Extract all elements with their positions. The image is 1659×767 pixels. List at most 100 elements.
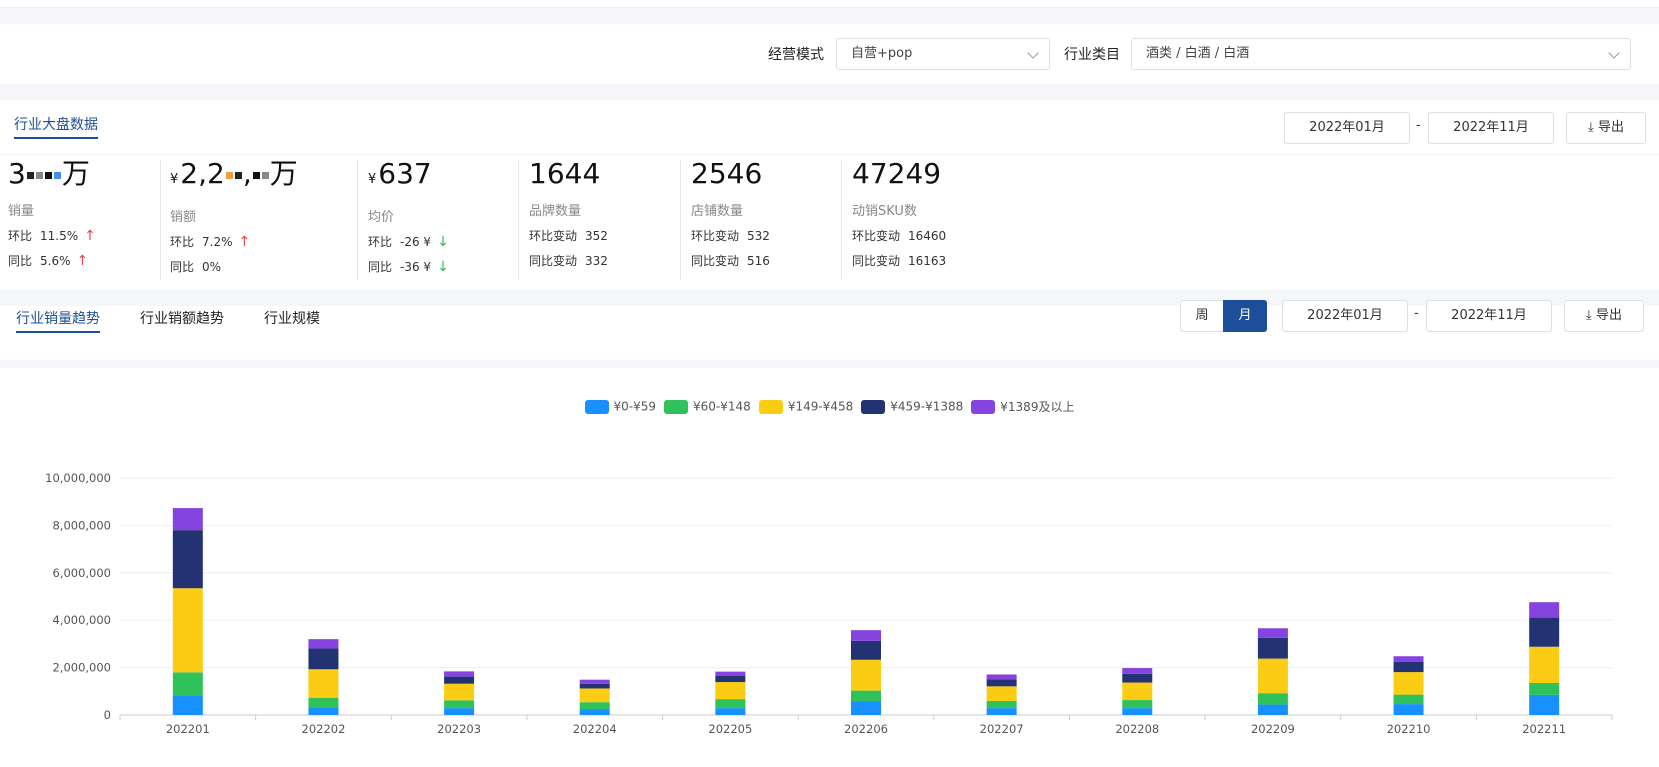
redaction-mask bbox=[261, 171, 269, 179]
redaction-mask bbox=[225, 171, 233, 179]
mode-select-value: 自营+pop bbox=[851, 46, 913, 61]
trend-tabs-bar: 行业销量趋势 行业销额趋势 行业规模 周 月 2022年01月 - 2022年1… bbox=[0, 300, 1659, 360]
arrow-down-icon: ↓ bbox=[437, 234, 449, 250]
overview-start-date[interactable]: 2022年01月 bbox=[1284, 112, 1410, 144]
chevron-down-icon bbox=[1608, 47, 1620, 59]
x-tick-label: 202204 bbox=[573, 722, 617, 736]
bar-segment[interactable] bbox=[851, 690, 881, 702]
bar-segment[interactable] bbox=[579, 679, 610, 684]
stat-yoy: 同比 5.6% ↑ bbox=[8, 253, 89, 269]
stat-brand-count: 1644 品牌数量 环比变动 352 同比变动 332 bbox=[529, 156, 679, 280]
bar-segment[interactable] bbox=[308, 707, 339, 715]
y-tick-label: 2,000,000 bbox=[52, 661, 111, 675]
bar-segment[interactable] bbox=[851, 640, 881, 660]
redaction-mask bbox=[234, 171, 242, 179]
bar-segment[interactable] bbox=[1393, 672, 1424, 695]
bar-segment[interactable] bbox=[1529, 694, 1560, 715]
bar-segment[interactable] bbox=[1122, 673, 1153, 683]
bar-segment[interactable] bbox=[579, 702, 610, 710]
bar-segment[interactable] bbox=[1257, 637, 1288, 659]
stat-name: 动销SKU数 bbox=[852, 204, 917, 219]
bar-segment[interactable] bbox=[1393, 661, 1424, 673]
mode-select[interactable]: 自营+pop bbox=[836, 38, 1050, 70]
bar-segment[interactable] bbox=[1393, 694, 1424, 705]
bar-segment[interactable] bbox=[579, 709, 610, 715]
bar-segment[interactable] bbox=[444, 700, 475, 709]
bar-segment[interactable] bbox=[1529, 646, 1560, 684]
stat-value: ¥637 bbox=[368, 157, 432, 190]
bar-segment[interactable] bbox=[308, 639, 339, 649]
stat-value: 1644 bbox=[529, 157, 601, 190]
bar-segment[interactable] bbox=[579, 688, 610, 703]
tab-sales-amount-trend[interactable]: 行业销额趋势 bbox=[140, 308, 224, 328]
bar-segment[interactable] bbox=[172, 672, 203, 696]
bar-segment[interactable] bbox=[1393, 656, 1424, 662]
bar-segment[interactable] bbox=[1257, 628, 1288, 638]
bar-segment[interactable] bbox=[1122, 682, 1153, 701]
toggle-month[interactable]: 月 bbox=[1223, 300, 1267, 332]
bar-segment[interactable] bbox=[715, 682, 746, 700]
tab-industry-overview[interactable]: 行业大盘数据 bbox=[14, 114, 98, 139]
stat-yoy: 同比变动 516 bbox=[691, 254, 770, 268]
bar-segment[interactable] bbox=[715, 708, 746, 715]
bar-segment[interactable] bbox=[579, 683, 610, 689]
chevron-down-icon bbox=[1027, 47, 1039, 59]
bar-segment[interactable] bbox=[1257, 658, 1288, 694]
overview-panel: 行业大盘数据 2022年01月 - 2022年11月 ⤓ 导出 3万 销量 环比… bbox=[0, 100, 1659, 290]
chart-panel: ¥0-¥59 ¥60-¥148 ¥149-¥458 ¥459-¥1388 ¥1389及以… bbox=[0, 368, 1659, 767]
bar-segment[interactable] bbox=[308, 697, 339, 708]
bar-segment[interactable] bbox=[715, 675, 746, 683]
arrow-down-icon: ↓ bbox=[437, 259, 449, 275]
trend-export-button[interactable]: ⤓ 导出 bbox=[1564, 300, 1644, 332]
bar-segment[interactable] bbox=[444, 671, 475, 677]
bar-segment[interactable] bbox=[444, 676, 475, 684]
bar-segment[interactable] bbox=[986, 708, 1017, 715]
bar-segment[interactable] bbox=[1529, 617, 1560, 647]
tab-sales-volume-trend[interactable]: 行业销量趋势 bbox=[16, 308, 100, 333]
bar-segment[interactable] bbox=[1529, 602, 1560, 618]
x-tick-label: 202203 bbox=[437, 722, 481, 736]
trend-start-date[interactable]: 2022年01月 bbox=[1282, 300, 1408, 332]
bar-segment[interactable] bbox=[715, 699, 746, 709]
x-tick-label: 202207 bbox=[980, 722, 1024, 736]
bar-segment[interactable] bbox=[1257, 704, 1288, 715]
bar-segment[interactable] bbox=[1393, 704, 1424, 715]
overview-end-date[interactable]: 2022年11月 bbox=[1428, 112, 1554, 144]
bar-segment[interactable] bbox=[172, 530, 203, 589]
redaction-mask bbox=[35, 171, 43, 179]
bar-segment[interactable] bbox=[308, 669, 339, 698]
bar-segment[interactable] bbox=[1122, 708, 1153, 715]
stat-sales-amount: ¥2,2, 万 销额 环比 7.2% ↑ 同比 0% bbox=[170, 156, 356, 280]
bar-segment[interactable] bbox=[172, 508, 203, 531]
bar-segment[interactable] bbox=[986, 679, 1017, 687]
bar-segment[interactable] bbox=[308, 648, 339, 670]
bar-segment[interactable] bbox=[444, 683, 475, 701]
bar-segment[interactable] bbox=[172, 588, 203, 673]
bar-segment[interactable] bbox=[986, 674, 1017, 680]
stat-mom: 环比变动 16460 bbox=[852, 229, 947, 243]
stat-yoy: 同比变动 332 bbox=[529, 254, 608, 268]
y-tick-label: 0 bbox=[104, 708, 111, 722]
bar-segment[interactable] bbox=[851, 659, 881, 691]
bar-segment[interactable] bbox=[851, 701, 881, 715]
bar-segment[interactable] bbox=[1122, 668, 1153, 674]
tab-industry-scale[interactable]: 行业规模 bbox=[264, 308, 320, 328]
bar-segment[interactable] bbox=[986, 701, 1017, 709]
stat-shop-count: 2546 店铺数量 环比变动 532 同比变动 516 bbox=[691, 156, 841, 280]
bar-segment[interactable] bbox=[851, 630, 881, 641]
x-tick-label: 202205 bbox=[708, 722, 752, 736]
stat-divider bbox=[680, 160, 681, 280]
bar-segment[interactable] bbox=[444, 708, 475, 715]
overview-export-button[interactable]: ⤓ 导出 bbox=[1566, 112, 1646, 144]
download-icon: ⤓ bbox=[1586, 308, 1592, 323]
stat-divider bbox=[160, 160, 161, 280]
bar-segment[interactable] bbox=[986, 686, 1017, 702]
bar-segment[interactable] bbox=[1257, 693, 1288, 705]
bar-segment[interactable] bbox=[1122, 700, 1153, 709]
bar-segment[interactable] bbox=[715, 671, 746, 676]
trend-end-date[interactable]: 2022年11月 bbox=[1426, 300, 1552, 332]
bar-segment[interactable] bbox=[1529, 683, 1560, 695]
category-select[interactable]: 酒类 / 白酒 / 白酒 bbox=[1131, 38, 1631, 70]
bar-segment[interactable] bbox=[172, 695, 203, 715]
toggle-week[interactable]: 周 bbox=[1180, 300, 1224, 332]
